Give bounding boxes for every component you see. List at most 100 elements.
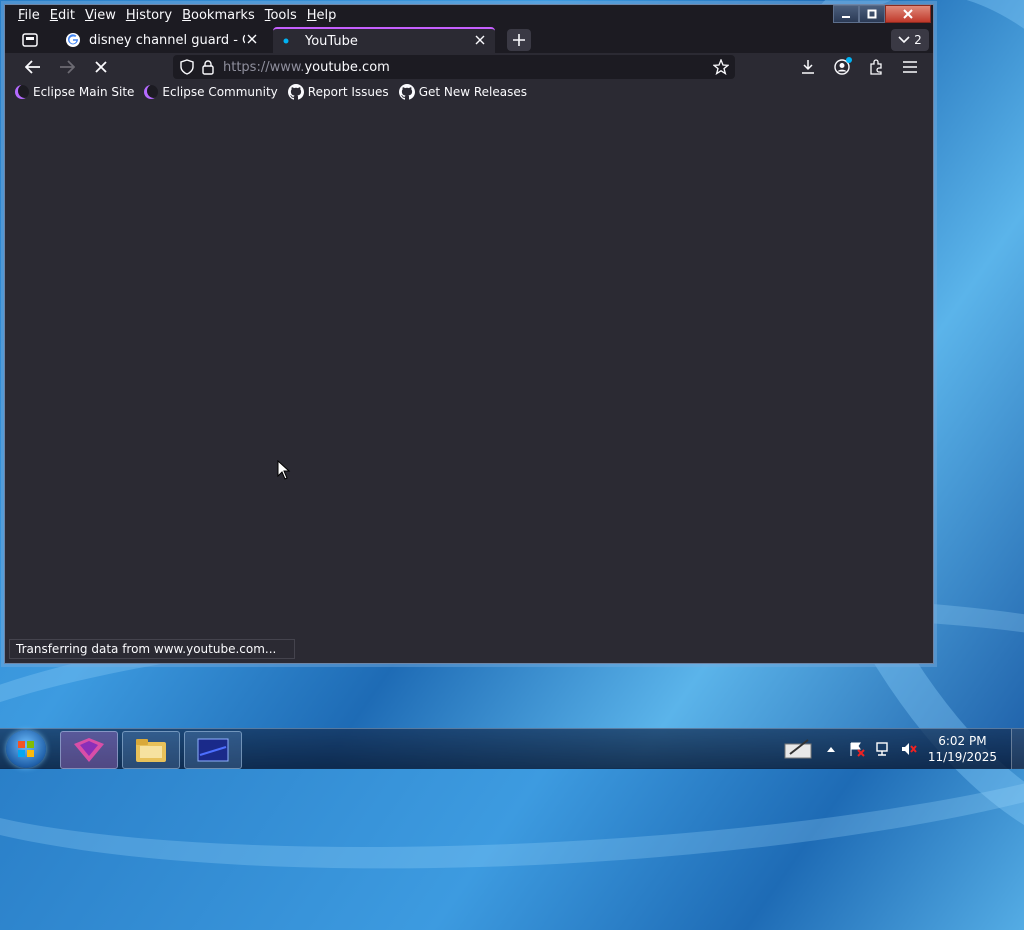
menu-bookmarks[interactable]: Bookmarks [177, 5, 260, 27]
menu-edit-accesskey: E [49, 8, 58, 23]
tablet-input-button[interactable] [783, 739, 815, 759]
toolbar-right [795, 55, 923, 79]
forward-button[interactable] [53, 55, 81, 79]
extensions-button[interactable] [863, 55, 889, 79]
close-window-button[interactable] [885, 5, 931, 23]
bookmark-eclipse-main-site[interactable]: Eclipse Main Site [15, 85, 134, 99]
folder-icon [136, 739, 166, 762]
bookmark-eclipse-community[interactable]: Eclipse Community [144, 85, 278, 99]
stop-button[interactable] [87, 55, 115, 79]
network-button[interactable] [873, 739, 893, 759]
browser-app-icon [74, 738, 104, 762]
url-prefix: https://www. [223, 59, 305, 75]
maximize-button[interactable] [859, 5, 885, 23]
shield-icon [180, 59, 194, 75]
taskbar-window-app[interactable] [184, 731, 242, 769]
windows-logo-icon [18, 741, 34, 757]
new-tab-button[interactable] [507, 29, 531, 51]
menu-view-label: iew [93, 8, 116, 23]
menu-tools-label: ools [270, 8, 297, 23]
account-button[interactable] [829, 55, 855, 79]
menu-history[interactable]: History [121, 5, 177, 27]
taskbar: 6:02 PM 11/19/2025 [0, 728, 1024, 769]
clock-time: 6:02 PM [938, 734, 987, 748]
tab-google-search[interactable]: disney channel guard - Google S [57, 27, 267, 53]
bookmark-get-new-releases[interactable]: Get New Releases [398, 84, 528, 100]
notification-dot-icon [846, 57, 852, 63]
bookmark-label: Get New Releases [418, 85, 528, 99]
taskbar-file-explorer[interactable] [122, 731, 180, 769]
menu-bookmarks-accesskey: B [182, 8, 192, 23]
show-hidden-icons-button[interactable] [821, 739, 841, 759]
window-app-icon [197, 738, 229, 762]
system-tray: 6:02 PM 11/19/2025 [780, 729, 1024, 769]
status-bar: Transferring data from www.youtube.com..… [9, 639, 295, 659]
bookmark-star-button[interactable] [712, 58, 730, 79]
menu-edit-label: dit [58, 8, 75, 23]
firefox-view-icon [22, 33, 38, 47]
browser-window: File Edit View History Bookmarks Tools H… [4, 4, 934, 664]
menu-bar: File Edit View History Bookmarks Tools H… [5, 5, 933, 27]
minimize-button[interactable] [833, 5, 859, 23]
menu-history-accesskey: H [125, 8, 136, 23]
stop-x-icon [95, 61, 107, 73]
page-content-area[interactable]: Transferring data from www.youtube.com..… [5, 103, 933, 663]
chevron-down-icon [898, 36, 910, 44]
menu-help[interactable]: Help [302, 5, 342, 27]
bookmark-label: Report Issues [307, 85, 389, 99]
flag-alert-icon [850, 742, 865, 757]
star-icon [712, 58, 730, 76]
tab-title: disney channel guard - Google S [89, 32, 245, 48]
tab-youtube[interactable]: YouTube [273, 27, 495, 53]
eclipse-icon [144, 85, 159, 99]
plus-icon [513, 34, 525, 46]
app-menu-button[interactable] [897, 55, 923, 79]
action-center-button[interactable] [847, 739, 867, 759]
list-all-tabs-button[interactable]: 2 [891, 29, 929, 51]
window-controls [833, 5, 931, 23]
menu-help-accesskey: H [306, 8, 317, 23]
url-text: https://www.youtube.com [223, 60, 390, 75]
bookmark-label: Eclipse Community [162, 85, 278, 99]
close-tab-button[interactable] [245, 33, 259, 48]
arrow-left-icon [25, 60, 40, 74]
bookmarks-toolbar: Eclipse Main Site Eclipse Community Repo… [5, 81, 933, 103]
github-icon [287, 84, 304, 100]
lock-icon [202, 60, 214, 75]
start-button[interactable] [6, 730, 46, 768]
eclipse-icon [15, 85, 29, 99]
menu-edit[interactable]: Edit [45, 5, 80, 27]
close-icon [247, 34, 257, 43]
close-icon [903, 9, 913, 19]
navigation-toolbar: https://www.youtube.com [5, 53, 933, 81]
github-icon [398, 84, 415, 100]
tab-count: 2 [914, 33, 922, 47]
close-icon [475, 35, 485, 44]
arrow-right-icon [60, 60, 75, 74]
url-domain: youtube.com [304, 59, 390, 75]
url-bar[interactable]: https://www.youtube.com [173, 55, 735, 79]
menu-history-label: istory [135, 8, 173, 23]
network-icon [876, 742, 888, 756]
volume-button[interactable] [899, 739, 919, 759]
speaker-muted-icon [901, 743, 917, 755]
menu-file[interactable]: File [13, 5, 45, 27]
bookmark-label: Eclipse Main Site [33, 85, 135, 99]
downloads-button[interactable] [795, 55, 821, 79]
mouse-cursor-icon [277, 460, 291, 480]
bookmark-report-issues[interactable]: Report Issues [287, 84, 389, 100]
system-clock[interactable]: 6:02 PM 11/19/2025 [928, 733, 997, 765]
hamburger-icon [903, 61, 917, 73]
back-button[interactable] [19, 55, 47, 79]
menu-view[interactable]: View [80, 5, 121, 27]
close-tab-button[interactable] [473, 34, 487, 49]
restore-icon [867, 9, 877, 19]
pen-tablet-icon [784, 739, 812, 759]
minimize-icon [842, 16, 850, 18]
taskbar-browser-app[interactable] [60, 731, 118, 769]
firefox-view-button[interactable] [17, 29, 43, 51]
show-desktop-button[interactable] [1011, 729, 1024, 769]
tab-title: YouTube [305, 33, 358, 49]
menu-tools[interactable]: Tools [260, 5, 302, 27]
menu-file-label: ile [24, 8, 40, 23]
